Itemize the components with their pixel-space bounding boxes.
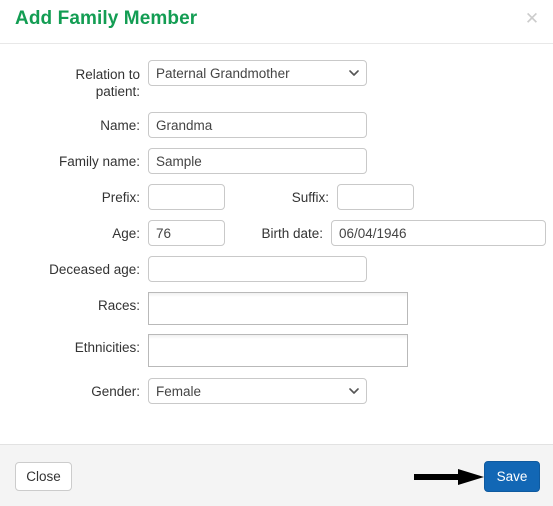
birth-date-input[interactable]	[331, 220, 546, 246]
field-row-deceased-age: Deceased age:	[0, 256, 553, 282]
relation-select[interactable]: Paternal Grandmother	[148, 60, 367, 86]
prefix-label: Prefix:	[101, 190, 140, 205]
prefix-field-wrap	[148, 184, 225, 210]
prefix-input[interactable]	[148, 184, 225, 210]
relation-select-wrap: Paternal Grandmother	[148, 60, 367, 86]
deceased-age-input[interactable]	[148, 256, 367, 282]
gender-select[interactable]: Female	[148, 378, 367, 404]
age-input[interactable]	[148, 220, 225, 246]
dialog-body: Relation to patient: Paternal Grandmothe…	[0, 44, 553, 444]
age-label: Age:	[112, 226, 140, 241]
field-row-age-birthdate: Age: Birth date:	[0, 220, 553, 246]
field-row-relation: Relation to patient: Paternal Grandmothe…	[0, 60, 553, 100]
add-family-member-dialog: Add Family Member ✕ Relation to patient:…	[0, 0, 553, 506]
relation-label-line1: Relation to	[75, 67, 140, 82]
races-field-wrap	[148, 292, 408, 325]
ethnicities-label: Ethnicities:	[74, 340, 140, 355]
family-name-label: Family name:	[58, 154, 140, 169]
ethnicities-field-wrap	[148, 334, 408, 367]
name-label: Name:	[100, 118, 140, 133]
birth-date-field-wrap	[331, 220, 546, 246]
field-row-ethnicities: Ethnicities:	[0, 334, 553, 367]
deceased-age-field-wrap	[148, 256, 367, 282]
gender-select-wrap: Female	[148, 378, 367, 404]
dialog-title: Add Family Member	[15, 8, 198, 29]
field-row-gender: Gender: Female	[0, 378, 553, 404]
family-name-input[interactable]	[148, 148, 367, 174]
relation-label-line2: patient:	[95, 84, 140, 99]
ethnicities-input[interactable]	[148, 334, 408, 367]
close-icon[interactable]: ✕	[524, 10, 540, 27]
close-button[interactable]: Close	[15, 462, 72, 491]
age-field-wrap	[148, 220, 225, 246]
save-button[interactable]: Save	[484, 461, 540, 492]
field-row-name: Name:	[0, 112, 553, 138]
birth-date-label: Birth date:	[261, 226, 323, 241]
name-input[interactable]	[148, 112, 367, 138]
field-row-family-name: Family name:	[0, 148, 553, 174]
races-label: Races:	[97, 298, 140, 313]
family-name-field-wrap	[148, 148, 367, 174]
field-row-prefix-suffix: Prefix: Suffix:	[0, 184, 553, 210]
dialog-header: Add Family Member ✕	[0, 0, 553, 44]
races-input[interactable]	[148, 292, 408, 325]
field-row-races: Races:	[0, 292, 553, 325]
name-field-wrap	[148, 112, 367, 138]
suffix-field-wrap	[337, 184, 414, 210]
gender-label: Gender:	[91, 384, 140, 399]
deceased-age-label: Deceased age:	[49, 262, 140, 277]
relation-label: Relation to patient:	[0, 60, 140, 100]
dialog-footer: Close Save	[0, 444, 553, 506]
suffix-label: Suffix:	[291, 190, 329, 205]
annotation-arrow-icon	[414, 469, 484, 485]
suffix-input[interactable]	[337, 184, 414, 210]
